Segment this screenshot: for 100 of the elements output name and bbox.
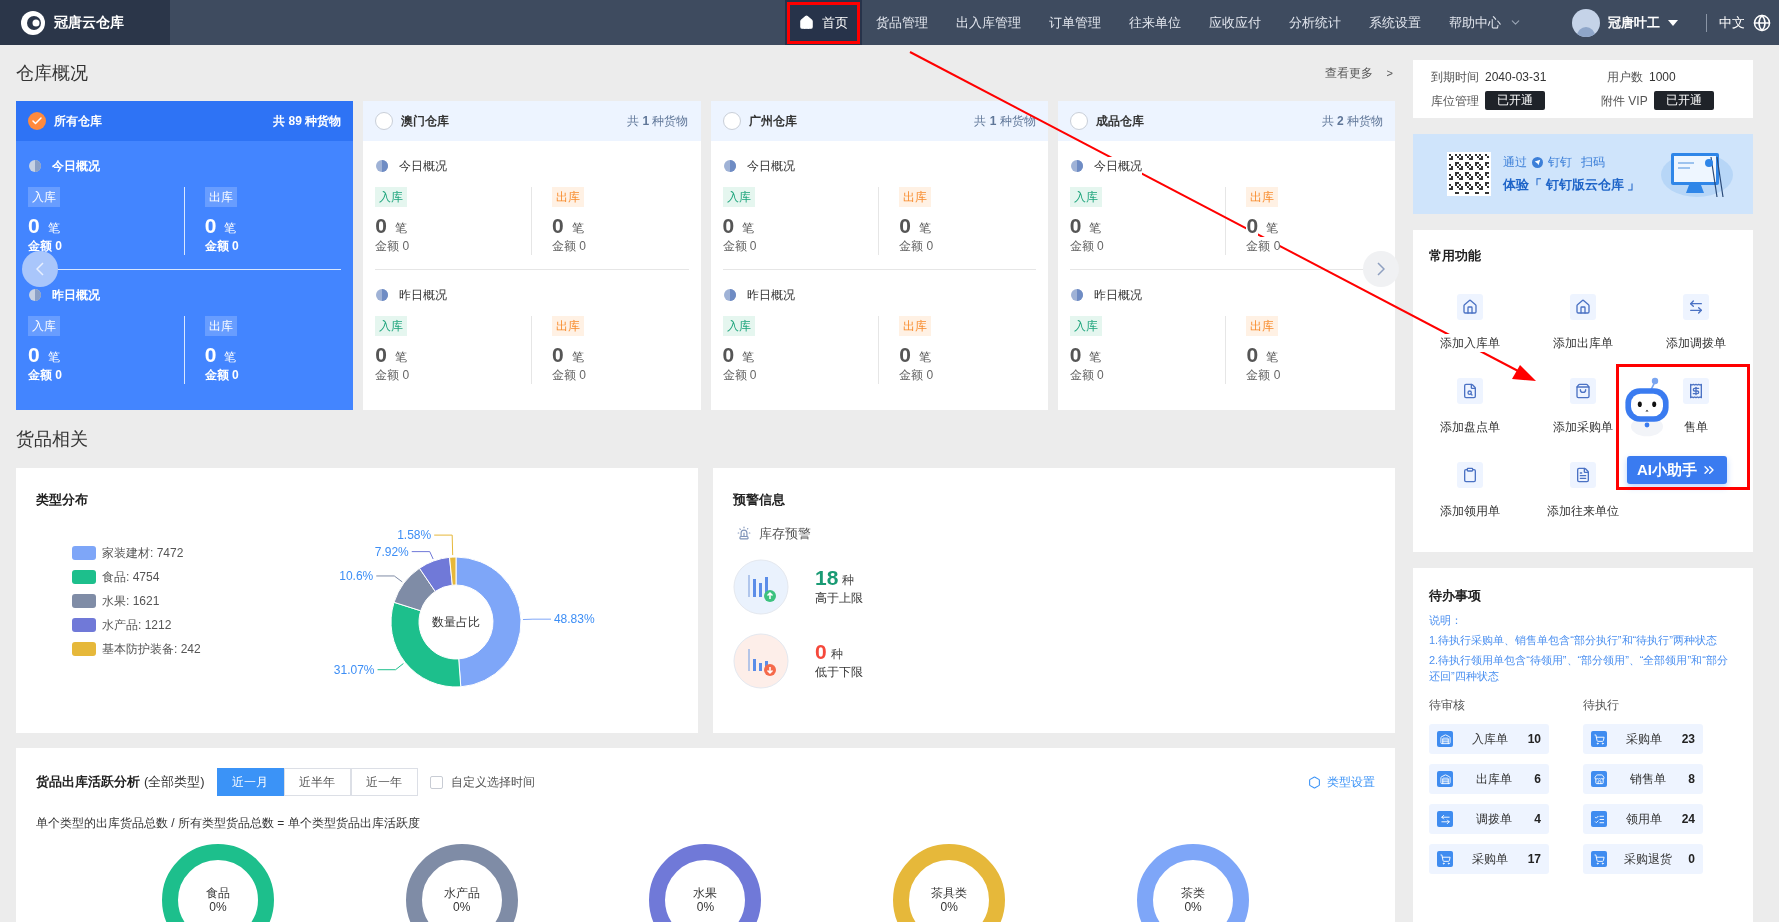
ring-value: 0% bbox=[1184, 900, 1202, 914]
checkbox[interactable] bbox=[429, 775, 443, 789]
contrast-icon bbox=[722, 288, 737, 302]
function-shortcut[interactable]: 添加出库单 bbox=[1553, 293, 1613, 352]
banner-headline: 体验「 钉钉版云仓库 」 bbox=[1503, 176, 1641, 195]
todo-item[interactable]: 采购单 23 bbox=[1583, 724, 1703, 754]
warehouse-card[interactable]: 澳门仓库 共 1 种货物 今日概况 入库 0 笔 金额 0 出库 0 笔 金额 0 昨日概况 入库 0 笔 金额 0 出库 0 笔 金额 0 bbox=[363, 101, 701, 410]
ring-name: 水产品 bbox=[443, 886, 480, 900]
stat-tag: 出库 bbox=[551, 316, 584, 336]
avatar[interactable] bbox=[1572, 8, 1600, 37]
dingtalk-icon bbox=[1532, 156, 1543, 168]
warning-count: 18 bbox=[815, 567, 839, 589]
bar-chart-icon bbox=[733, 633, 789, 689]
legend-label: 水产品: 1212 bbox=[102, 616, 172, 634]
function-shortcut[interactable]: 售单 bbox=[1683, 377, 1710, 436]
radio[interactable] bbox=[1069, 112, 1088, 130]
warehouse-card[interactable]: 广州仓库 共 1 种货物 今日概况 入库 0 笔 金额 0 出库 0 笔 金额 0 昨日概况 入库 0 笔 金额 0 出库 0 笔 金额 0 bbox=[710, 101, 1048, 410]
view-more-link[interactable]: 查看更多 bbox=[1324, 64, 1373, 82]
hexagon-icon bbox=[1308, 775, 1321, 789]
todo-item[interactable]: 入库单 10 bbox=[1429, 724, 1549, 754]
section-title: 昨日概况 bbox=[1093, 286, 1142, 304]
goods-count: 共 89 种货物 bbox=[273, 113, 342, 130]
function-shortcut[interactable]: 添加入库单 bbox=[1439, 293, 1500, 352]
nav-item[interactable]: 系统设置 bbox=[1355, 0, 1435, 45]
stat-tag: 入库 bbox=[722, 187, 755, 207]
stat-unit: 笔 bbox=[1266, 349, 1279, 366]
panel-title: 待办事项 bbox=[1429, 587, 1482, 605]
leader-line bbox=[375, 574, 403, 582]
panel-subtitle: 库存预警 bbox=[759, 524, 811, 543]
ring-name: 食品 bbox=[205, 886, 230, 900]
stat-tag: 出库 bbox=[204, 316, 237, 336]
stat-unit: 笔 bbox=[571, 220, 584, 237]
radio[interactable] bbox=[375, 112, 394, 130]
nav-item[interactable]: 订单管理 bbox=[1035, 0, 1115, 45]
stat-tag: 出库 bbox=[1246, 187, 1279, 207]
nav-item[interactable]: 应收应付 bbox=[1195, 0, 1275, 45]
todo-item[interactable]: 销售单 8 bbox=[1583, 764, 1703, 794]
nav-item[interactable]: 货品管理 bbox=[862, 0, 942, 45]
warehouse-card[interactable]: 成品仓库 共 2 种货物 今日概况 入库 0 笔 金额 0 出库 0 笔 金额 0 昨日概况 入库 0 笔 金额 0 出库 0 笔 金额 0 bbox=[1057, 101, 1395, 410]
formula-text: 单个类型的出库货品总数 / 所有类型货品总数 = 单个类型货品出库活跃度 bbox=[36, 815, 421, 832]
todo-item[interactable]: 采购单 17 bbox=[1429, 844, 1549, 874]
stat-tag: 入库 bbox=[375, 187, 408, 207]
range-tab[interactable]: 近一年 bbox=[350, 768, 418, 796]
qr-code-icon bbox=[1447, 152, 1491, 196]
radio[interactable] bbox=[28, 112, 46, 130]
stat-unit: 笔 bbox=[47, 349, 60, 366]
logo-icon bbox=[20, 9, 46, 36]
leader-line bbox=[377, 662, 404, 670]
function-shortcut[interactable]: 添加往来单位 bbox=[1547, 461, 1619, 520]
checklist-icon bbox=[1591, 811, 1607, 827]
stat-tag: 入库 bbox=[28, 187, 60, 207]
banner-text: 通过 bbox=[1503, 154, 1527, 172]
radio[interactable] bbox=[722, 112, 741, 130]
section-title: 今日概况 bbox=[746, 157, 795, 175]
checkbox-label: 自定义选择时间 bbox=[450, 774, 535, 791]
todo-item[interactable]: 领用单 24 bbox=[1583, 804, 1703, 834]
goods-count: 共 1 种货物 bbox=[974, 113, 1036, 130]
check-icon bbox=[31, 115, 43, 127]
warning-unit: 种 bbox=[830, 646, 843, 663]
stat-tag: 出库 bbox=[1246, 316, 1279, 336]
shopping-bag-icon bbox=[1570, 377, 1596, 404]
stat-unit: 笔 bbox=[224, 220, 237, 237]
function-shortcut[interactable]: 添加领用单 bbox=[1439, 461, 1500, 520]
warehouse-name: 澳门仓库 bbox=[401, 113, 450, 130]
function-shortcut[interactable]: 添加采购单 bbox=[1553, 377, 1613, 436]
status-badge: 已开通 bbox=[1485, 91, 1545, 111]
stat-amount: 金额 0 bbox=[1069, 366, 1104, 384]
ai-assistant-button[interactable]: AI小助手 bbox=[1627, 456, 1727, 484]
legend-label: 食品: 4754 bbox=[102, 568, 160, 586]
home-icon bbox=[799, 15, 814, 30]
nav-item[interactable]: 首页 bbox=[785, 0, 862, 45]
warehouse-card[interactable]: 所有仓库 共 89 种货物 今日概况 入库 0 笔 金额 0 出库 0 笔 金额 0 昨日概况 入库 0 笔 金额 0 出库 0 笔 金额 0 bbox=[16, 101, 354, 410]
stat-amount: 金额 0 bbox=[375, 237, 410, 255]
panel-title: 预警信息 bbox=[733, 491, 786, 509]
ring-name: 茶类 bbox=[1181, 886, 1206, 900]
globe-icon[interactable] bbox=[1753, 13, 1771, 32]
ring-value: 0% bbox=[696, 900, 715, 914]
nav-item[interactable]: 往来单位 bbox=[1115, 0, 1195, 45]
function-shortcut[interactable]: 添加调拨单 bbox=[1666, 293, 1727, 352]
stat-amount: 金额 0 bbox=[28, 366, 62, 384]
alarm-icon bbox=[737, 526, 751, 541]
arrows-icon bbox=[1683, 293, 1710, 320]
stat-unit: 笔 bbox=[918, 349, 931, 366]
contrast-icon bbox=[28, 159, 42, 173]
section-title: 昨日概况 bbox=[399, 286, 448, 304]
todo-item[interactable]: 调拨单 4 bbox=[1429, 804, 1549, 834]
range-tab[interactable]: 近半年 bbox=[283, 768, 351, 796]
caret-icon bbox=[1668, 19, 1678, 26]
nav-item[interactable]: 出入库管理 bbox=[942, 0, 1035, 45]
nav-item[interactable]: 分析统计 bbox=[1275, 0, 1355, 45]
stat-amount: 金额 0 bbox=[204, 237, 239, 255]
todo-item[interactable]: 采购退货 0 bbox=[1583, 844, 1703, 874]
info-value: 2040-03-31 bbox=[1485, 68, 1547, 86]
promo-banner[interactable]: 通过 钉钉 扫码 体验「 钉钉版云仓库 」 bbox=[1413, 134, 1753, 214]
todo-item[interactable]: 出库单 6 bbox=[1429, 764, 1549, 794]
nav-item[interactable]: 帮助中心 bbox=[1435, 0, 1536, 45]
function-shortcut[interactable]: 添加盘点单 bbox=[1439, 377, 1500, 436]
user-name[interactable]: 冠唐叶工 bbox=[1608, 12, 1660, 33]
contrast-icon bbox=[722, 159, 737, 173]
stat-unit: 笔 bbox=[742, 349, 755, 366]
